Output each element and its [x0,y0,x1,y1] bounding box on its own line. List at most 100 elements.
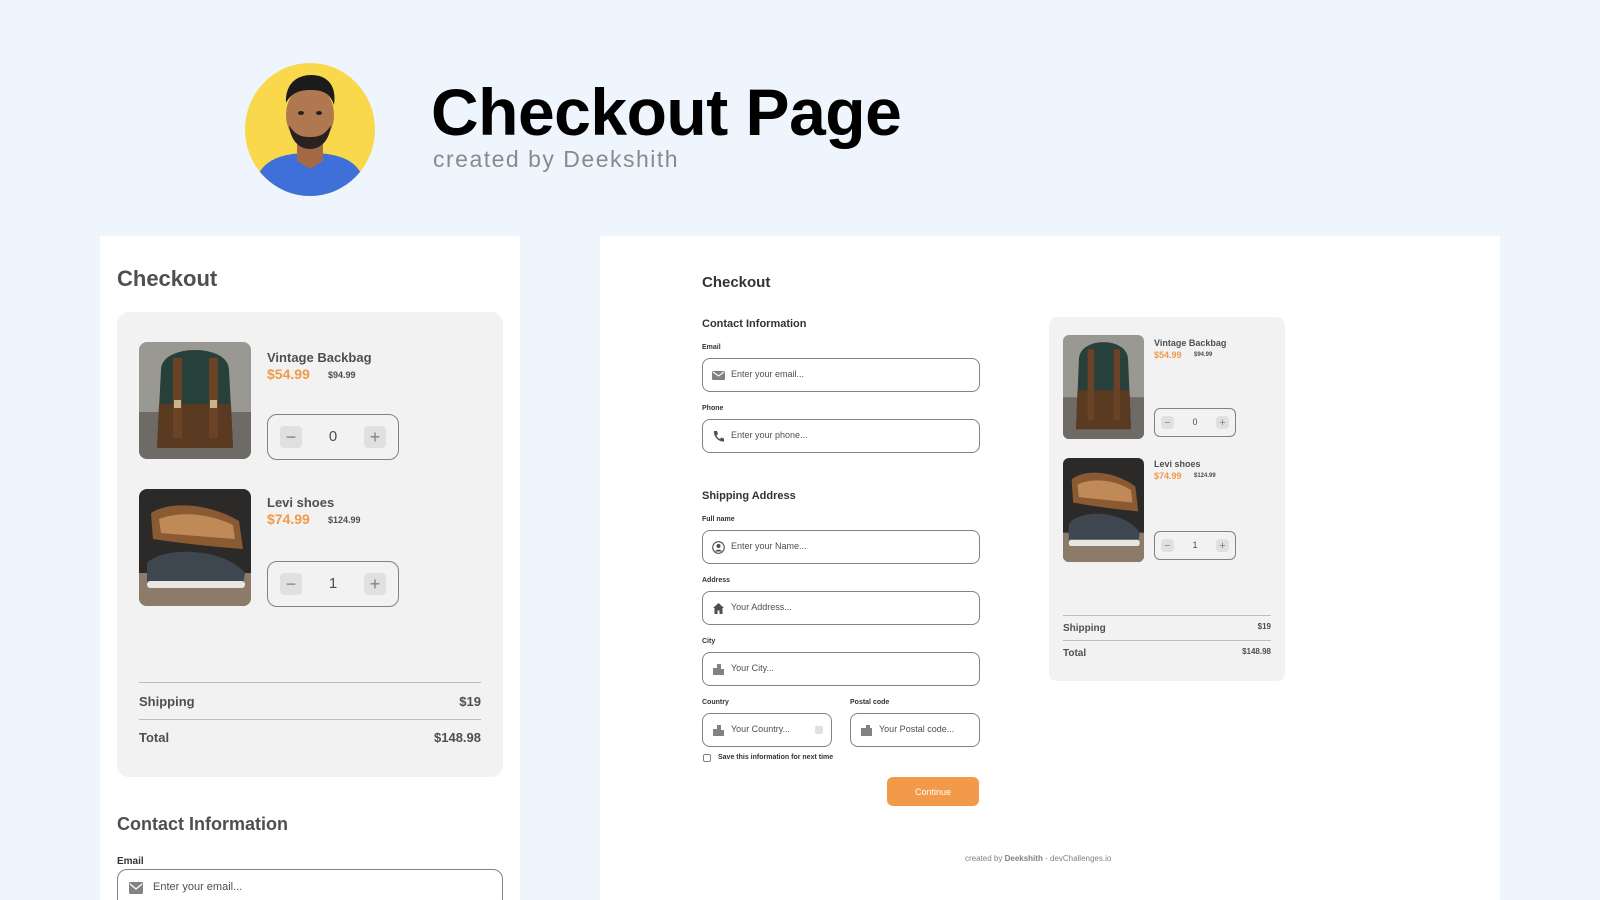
minus-icon: − [1164,416,1171,429]
quantity-stepper: − 0 + [1154,408,1236,437]
decrease-button[interactable]: − [1161,416,1174,429]
mailbox-icon [861,725,872,736]
email-placeholder: Enter your email... [153,881,243,893]
full-name-field[interactable]: Enter your Name... [702,530,980,564]
email-field[interactable]: Enter your email... [702,358,980,392]
plus-icon: + [369,426,381,447]
product-price: $74.99 [1154,471,1182,481]
phone-field[interactable]: Enter your phone... [702,419,980,453]
cart-summary: Vintage Backbag $54.99 $94.99 − 0 + Levi… [117,312,503,777]
mail-icon [129,882,143,894]
full-name-label: Full name [702,516,735,523]
increase-button[interactable]: + [364,426,386,448]
phone-label: Phone [702,405,724,412]
divider [1063,640,1271,641]
shipping-value: $19 [459,694,481,709]
backpack-image [1063,335,1144,439]
plus-icon: + [1219,416,1226,429]
minus-icon: − [285,573,297,594]
quantity-stepper: − 0 + [267,414,399,460]
page-subtitle: created by Deekshith [433,146,680,172]
minus-icon: − [285,426,297,447]
footer-author[interactable]: Deekshith [1005,854,1043,863]
shipping-value: $19 [1257,622,1271,631]
plus-icon: + [369,573,381,594]
city-field[interactable]: Your City... [702,652,980,686]
decrease-button[interactable]: − [280,426,302,448]
product-name: Vintage Backbag [267,350,372,365]
product-price: $74.99 [267,511,310,527]
product-old-price: $94.99 [328,370,356,380]
address-label: Address [702,577,731,584]
quantity-stepper: − 1 + [267,561,399,607]
city-icon [713,664,724,675]
quantity-value: 1 [1192,540,1198,550]
product-name: Levi shoes [1154,459,1201,469]
total-label: Total [1063,648,1087,659]
minus-icon: − [1164,539,1171,552]
city-label: City [702,638,716,645]
email-label: Email [117,856,144,867]
increase-button[interactable]: + [1216,539,1229,552]
quantity-value: 0 [328,428,338,445]
postal-code-placeholder: Your Postal code... [879,724,955,734]
country-placeholder: Your Country... [731,724,791,734]
checkout-heading: Checkout [117,266,218,291]
total-label: Total [139,730,170,745]
total-value: $148.98 [1242,647,1271,656]
cart-summary: Vintage Backbag $54.99 $94.99 − 0 + Levi… [1049,317,1285,681]
plus-icon: + [1219,539,1226,552]
shipping-label: Shipping [139,694,195,709]
postal-code-field[interactable]: Your Postal code... [850,713,980,747]
desktop-checkout-panel: Checkout Contact Information Email Enter… [600,236,1500,900]
save-info-checkbox[interactable] [703,754,711,762]
shipping-label: Shipping [1063,623,1106,634]
shoes-image [139,489,251,606]
contact-heading: Contact Information [117,814,288,834]
divider [1063,615,1271,616]
postal-code-label: Postal code [850,699,890,706]
country-label: Country [702,699,729,706]
checkout-heading: Checkout [702,274,771,291]
email-label: Email [702,344,721,351]
author-avatar [245,63,375,196]
quantity-stepper: − 1 + [1154,531,1236,560]
product-price: $54.99 [267,366,310,382]
increase-button[interactable]: + [1216,416,1229,429]
quantity-value: 1 [328,575,338,592]
decrease-button[interactable]: − [280,573,302,595]
page-title: Checkout Page [431,75,902,149]
divider [139,682,481,683]
product-old-price: $124.99 [328,515,361,525]
product-price: $54.99 [1154,350,1182,360]
chevron-down-icon [815,726,823,734]
footer-prefix: created by [965,854,1003,863]
product-old-price: $124.99 [1194,473,1216,479]
increase-button[interactable]: + [364,573,386,595]
decrease-button[interactable]: − [1161,539,1174,552]
city-icon [713,725,724,736]
user-icon [712,541,725,554]
address-placeholder: Your Address... [731,602,792,612]
shoes-image [1063,458,1144,562]
product-old-price: $94.99 [1194,352,1213,358]
save-info-label: Save this information for next time [718,754,834,761]
footer-suffix: - devChallenges.io [1045,854,1112,863]
continue-button[interactable]: Continue [887,777,979,806]
mail-icon [712,371,725,380]
email-field[interactable]: Enter your email... [117,869,503,900]
email-placeholder: Enter your email... [731,369,805,379]
quantity-value: 0 [1192,417,1198,427]
contact-heading: Contact Information [702,318,807,330]
full-name-placeholder: Enter your Name... [731,541,807,551]
country-select[interactable]: Your Country... [702,713,832,747]
footer-credit: created by Deekshith - devChallenges.io [965,854,1111,863]
product-name: Levi shoes [267,495,335,510]
backpack-image [139,342,251,459]
divider [139,719,481,720]
address-field[interactable]: Your Address... [702,591,980,625]
person-portrait-icon [253,75,367,196]
product-name: Vintage Backbag [1154,338,1227,348]
phone-icon [713,431,724,442]
phone-placeholder: Enter your phone... [731,430,808,440]
